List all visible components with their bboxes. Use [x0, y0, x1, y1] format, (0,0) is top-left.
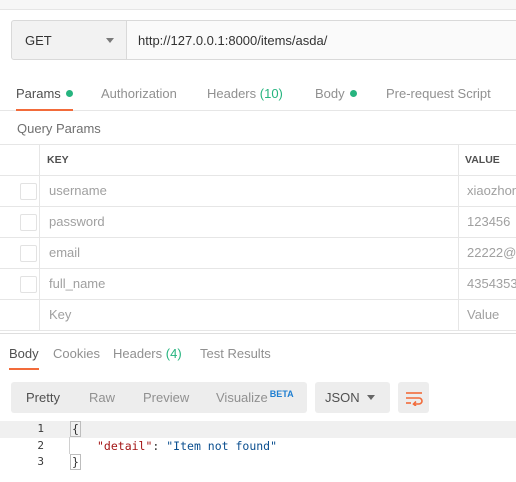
beta-badge: BETA	[269, 389, 294, 399]
chevron-down-icon	[367, 395, 375, 400]
new-value-input[interactable]: Value	[459, 300, 516, 330]
response-body-code[interactable]: 1 { 2 "detail": "Item not found" 3 }	[0, 421, 516, 482]
line-number: 2	[37, 438, 44, 452]
column-value-header: VALUE	[465, 154, 500, 166]
query-params-title: Query Params	[17, 121, 101, 136]
request-tabs: Params Authorization Headers (10) Body P…	[0, 79, 516, 111]
params-status-dot	[65, 90, 73, 98]
params-table: KEY VALUE username xiaozhon password 123…	[0, 144, 516, 331]
tab-response-headers[interactable]: Headers (4)	[113, 338, 182, 370]
code-line: 1 {	[0, 421, 516, 438]
method-label: GET	[25, 32, 52, 48]
view-mode-group: Pretty Raw Preview Visualize BETA	[11, 382, 307, 413]
table-header-row: KEY VALUE	[0, 145, 516, 176]
table-row: password 123456	[0, 207, 516, 238]
visualize-label: Visualize	[216, 390, 268, 405]
tab-pre-request-label: Pre-request Script	[386, 86, 491, 101]
tab-test-results[interactable]: Test Results	[200, 338, 271, 370]
param-value[interactable]: 43543534	[459, 269, 516, 299]
indent-guide	[69, 437, 70, 454]
param-key[interactable]: username	[40, 176, 459, 206]
tab-body[interactable]: Body	[315, 79, 357, 111]
new-param-row: Key Value	[0, 300, 516, 331]
column-key-header: KEY	[40, 145, 459, 175]
tab-response-headers-count: (4)	[165, 346, 182, 361]
param-key[interactable]: full_name	[40, 269, 459, 299]
json-value: "Item not found"	[166, 438, 278, 453]
json-colon: :	[152, 438, 167, 453]
pretty-button[interactable]: Pretty	[26, 382, 60, 413]
table-row: email 22222@q	[0, 238, 516, 269]
format-select[interactable]: JSON	[315, 382, 390, 413]
request-bar: GET http://127.0.0.1:8000/items/asda/	[11, 20, 516, 60]
chevron-down-icon	[106, 37, 114, 43]
param-key[interactable]: email	[40, 238, 459, 268]
visualize-button[interactable]: Visualize BETA	[216, 382, 294, 413]
param-value[interactable]: 123456	[459, 207, 516, 237]
code-line: 2 "detail": "Item not found"	[0, 438, 516, 455]
row-checkbox[interactable]	[20, 276, 37, 293]
param-value[interactable]: 22222@q	[459, 238, 516, 268]
tab-params-label: Params	[16, 86, 61, 101]
wrap-lines-button[interactable]	[398, 382, 429, 413]
line-number: 3	[37, 455, 44, 468]
row-checkbox[interactable]	[20, 183, 37, 200]
table-row: username xiaozhon	[0, 176, 516, 207]
raw-button[interactable]: Raw	[89, 382, 115, 413]
row-checkbox[interactable]	[20, 245, 37, 262]
tab-cookies[interactable]: Cookies	[53, 338, 100, 370]
tab-response-headers-label: Headers	[113, 346, 163, 361]
url-input[interactable]: http://127.0.0.1:8000/items/asda/	[127, 21, 516, 59]
response-divider	[0, 333, 516, 334]
code-line: 3 }	[0, 454, 516, 471]
tab-body-label: Body	[315, 86, 345, 101]
response-tabs: Body Cookies Headers (4) Test Results	[0, 338, 516, 370]
tab-authorization[interactable]: Authorization	[101, 79, 177, 111]
json-key: "detail"	[97, 438, 153, 453]
body-status-dot	[349, 90, 357, 98]
new-key-input[interactable]: Key	[40, 300, 459, 330]
line-number: 1	[37, 422, 44, 435]
window-top-strip	[0, 0, 516, 10]
tab-pre-request-script[interactable]: Pre-request Script	[386, 79, 491, 111]
tab-headers-count: (10)	[259, 86, 283, 101]
row-checkbox[interactable]	[20, 214, 37, 231]
format-label: JSON	[325, 390, 360, 405]
tab-response-body[interactable]: Body	[9, 338, 39, 370]
wrap-lines-icon	[405, 391, 423, 406]
preview-button[interactable]: Preview	[143, 382, 189, 413]
method-select[interactable]: GET	[12, 21, 127, 59]
table-row: full_name 43543534	[0, 269, 516, 300]
param-value[interactable]: xiaozhon	[459, 176, 516, 206]
param-key[interactable]: password	[40, 207, 459, 237]
tab-authorization-label: Authorization	[101, 86, 177, 101]
tab-headers[interactable]: Headers (10)	[207, 79, 283, 111]
tab-headers-label: Headers	[207, 86, 257, 101]
json-close-brace: }	[70, 454, 81, 470]
tab-params[interactable]: Params	[16, 79, 73, 111]
json-open-brace: {	[70, 421, 81, 437]
